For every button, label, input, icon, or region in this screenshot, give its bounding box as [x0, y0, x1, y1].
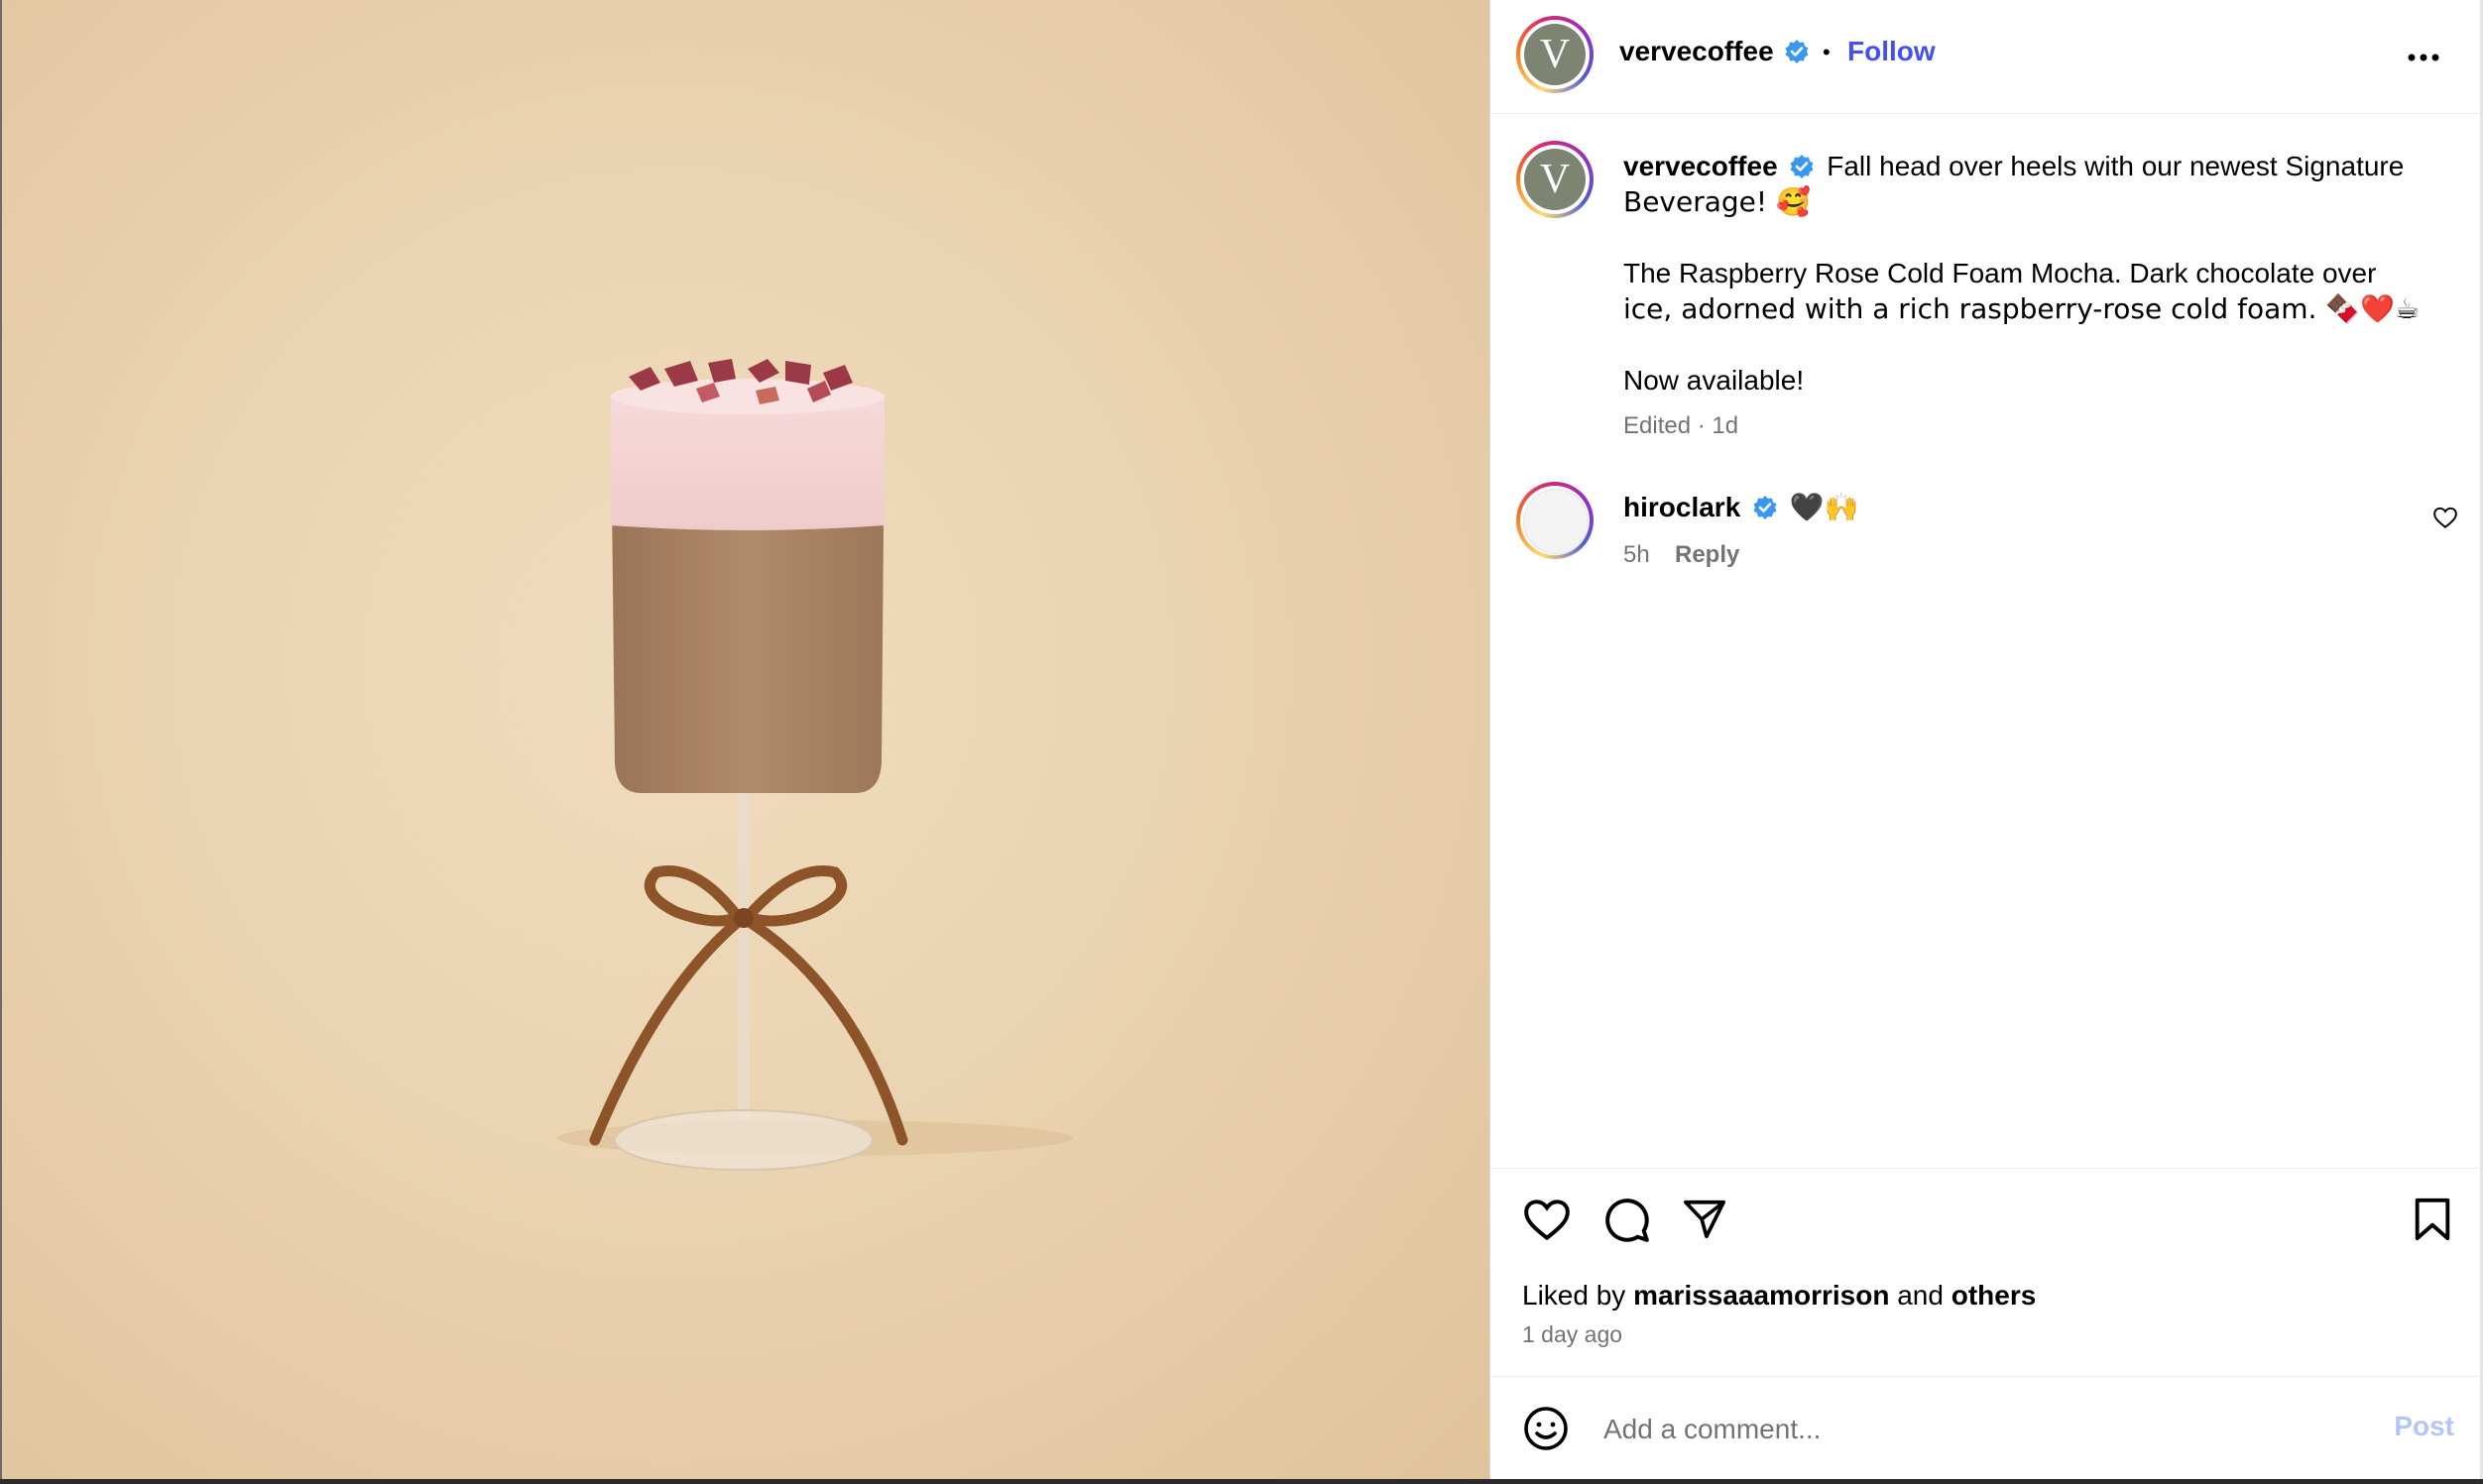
verve-logo: V — [1524, 149, 1586, 210]
author-username[interactable]: vervecoffee — [1619, 36, 1774, 67]
likes-prefix: Liked by — [1522, 1280, 1626, 1311]
post-side-panel: V vervecoffee • Follow V vervecoffee Fal… — [1489, 0, 2483, 1479]
likes-middle: and — [1897, 1280, 1944, 1311]
bookmark-icon[interactable] — [2413, 1197, 2452, 1242]
likes-others-link[interactable]: others — [1951, 1280, 2037, 1311]
author-avatar[interactable]: V — [1516, 16, 1594, 93]
more-options-button[interactable] — [2407, 38, 2440, 71]
verified-icon — [1790, 155, 1814, 178]
comment-text: 🖤🙌 — [1789, 491, 1859, 523]
caption-avatar[interactable]: V — [1516, 141, 1594, 218]
comment-input[interactable] — [1601, 1407, 2339, 1452]
caption-username[interactable]: vervecoffee — [1623, 151, 1778, 181]
verified-icon — [1753, 496, 1777, 519]
emoji-icon[interactable] — [1522, 1405, 1570, 1452]
comment-like-icon[interactable] — [2432, 506, 2458, 529]
caption-line-5: Now available! — [1623, 365, 1805, 396]
comment-row: hiroclark 🖤🙌 — [1623, 490, 1859, 525]
caption-text-1: Fall head over heels with our newest Sig… — [1827, 151, 2405, 181]
share-icon[interactable] — [1681, 1197, 1728, 1242]
verve-logo: V — [1524, 24, 1586, 85]
post-image[interactable] — [0, 0, 1491, 1479]
verified-icon — [1785, 40, 1809, 63]
post-comment-button[interactable]: Post — [2394, 1411, 2454, 1442]
caption-line-2: Beverage! 🥰 — [1623, 185, 1811, 218]
comment-username[interactable]: hiroclark — [1623, 492, 1740, 522]
post-actions: Liked by marissaaamorrison and others 1 … — [1490, 1168, 2480, 1377]
liked-by-user-link[interactable]: marissaaamorrison — [1633, 1280, 1889, 1311]
caption-line-4: ice, adorned with a rich raspberry-rose … — [1623, 292, 2421, 325]
post-time-ago: 1 day ago — [1522, 1321, 1623, 1347]
caption-line-1: vervecoffee Fall head over heels with ou… — [1623, 149, 2446, 184]
caption-meta: Edited · 1d — [1623, 412, 1739, 439]
likes-summary: Liked by marissaaamorrison and others — [1522, 1280, 2036, 1312]
caption-line-3: The Raspberry Rose Cold Foam Mocha. Dark… — [1623, 258, 2377, 288]
drink-illustration — [557, 359, 1073, 1171]
comment-composer: Post — [1490, 1376, 2480, 1480]
commenter-avatar[interactable] — [1516, 482, 1594, 559]
comment-time: 5h — [1623, 541, 1650, 568]
more-icon — [2408, 54, 2439, 61]
post-header: V vervecoffee • Follow — [1490, 0, 2480, 114]
follow-button[interactable]: Follow — [1847, 36, 1936, 67]
heart-icon[interactable] — [1522, 1197, 1572, 1242]
comment-icon[interactable] — [1601, 1195, 1651, 1244]
header-separator: • — [1823, 40, 1831, 64]
reply-button[interactable]: Reply — [1675, 541, 1739, 569]
